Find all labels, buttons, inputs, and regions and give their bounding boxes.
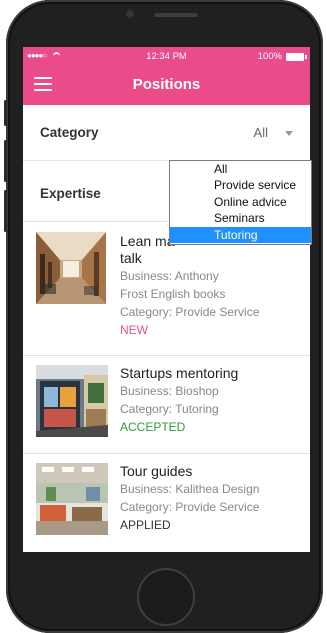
position-thumbnail bbox=[36, 365, 108, 437]
chevron-down-icon[interactable] bbox=[285, 131, 293, 136]
battery-percent: 100% bbox=[257, 51, 282, 62]
app-screen: ●●●●○ 12:34 PM 100% Positions Category A… bbox=[23, 47, 310, 552]
battery-icon bbox=[286, 52, 307, 61]
category-dropdown-list[interactable]: All Provide service Online advice Semina… bbox=[169, 160, 312, 245]
position-business: Business: Anthony bbox=[120, 269, 219, 283]
volume-up-button[interactable] bbox=[4, 140, 7, 182]
position-category: Category: Tutoring bbox=[120, 402, 219, 416]
status-badge: NEW bbox=[120, 323, 148, 337]
position-title: Tour guides bbox=[120, 463, 193, 479]
list-item[interactable]: Tour guides Business: Kalithea Design Ca… bbox=[23, 454, 310, 552]
position-category: Category: Provide Service bbox=[120, 500, 260, 514]
position-title: Startups mentoring bbox=[120, 365, 239, 381]
list-item[interactable]: Startups mentoring Business: Bioshop Cat… bbox=[23, 356, 310, 454]
dropdown-option-seminars[interactable]: Seminars bbox=[170, 210, 311, 226]
volume-down-button[interactable] bbox=[4, 190, 7, 232]
position-category: Category: Provide Service bbox=[120, 305, 260, 319]
position-thumbnail bbox=[36, 232, 106, 304]
status-badge: APPLIED bbox=[120, 518, 171, 532]
position-title-continued: talk bbox=[120, 250, 142, 266]
position-business: Business: Bioshop bbox=[120, 384, 219, 398]
camera-icon bbox=[126, 10, 134, 18]
position-business: Business: Kalithea Design bbox=[120, 482, 260, 496]
category-filter[interactable]: Category All bbox=[23, 105, 310, 161]
home-button[interactable] bbox=[137, 568, 195, 626]
dropdown-option-all[interactable]: All bbox=[170, 161, 311, 177]
category-select-value[interactable]: All bbox=[254, 125, 268, 140]
position-business-continued: Frost English books bbox=[120, 287, 226, 301]
dropdown-option-tutoring[interactable]: Tutoring bbox=[170, 226, 311, 243]
dropdown-option-online-advice[interactable]: Online advice bbox=[170, 194, 311, 210]
mute-switch[interactable] bbox=[4, 100, 7, 126]
speaker-grille bbox=[154, 13, 198, 17]
position-thumbnail bbox=[36, 463, 108, 535]
expertise-label: Expertise bbox=[40, 186, 101, 201]
dropdown-option-provide-service[interactable]: Provide service bbox=[170, 177, 311, 193]
app-header: Positions bbox=[23, 65, 310, 105]
page-title: Positions bbox=[132, 76, 201, 93]
category-label: Category bbox=[40, 125, 99, 140]
status-badge: ACCEPTED bbox=[120, 420, 186, 434]
status-bar: ●●●●○ 12:34 PM 100% bbox=[23, 47, 310, 65]
